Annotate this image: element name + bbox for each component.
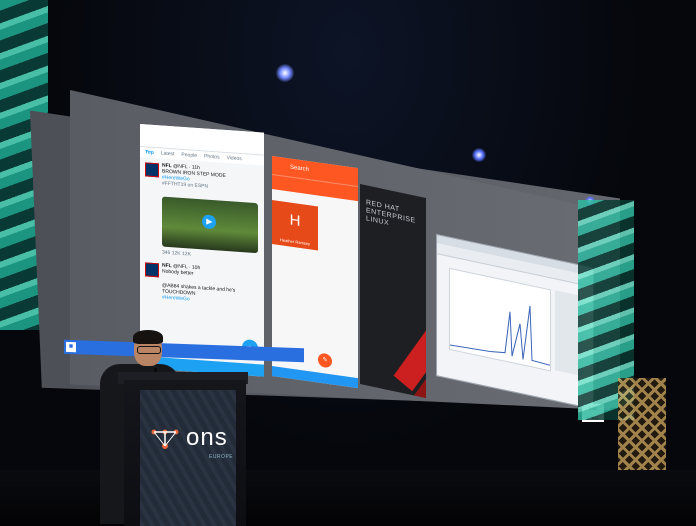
- tab-latest[interactable]: Latest: [161, 150, 175, 157]
- spike-chart: [449, 305, 551, 366]
- back-arrow-icon[interactable]: ←: [144, 144, 153, 155]
- tweet-text: Nobody better: [162, 268, 194, 277]
- plot-area: [449, 267, 551, 372]
- glasses: [137, 346, 161, 354]
- stage-scene: ← Top Latest People Photos Videos NFL @N…: [0, 0, 696, 526]
- ons-logo-subtitle: EUROPE: [209, 454, 234, 460]
- rhel-panel: RED HAT ENTERPRISE LINUX: [360, 184, 426, 399]
- tab-photos[interactable]: Photos: [204, 153, 220, 160]
- speaker-hair: [133, 330, 163, 344]
- tab-people[interactable]: People: [181, 152, 197, 159]
- contact-tile[interactable]: H Heather Ramsey: [272, 200, 318, 251]
- start-icon[interactable]: ■: [66, 341, 76, 353]
- contact-name: Heather Ramsey: [279, 237, 310, 247]
- edit-icon[interactable]: ✎: [318, 352, 332, 369]
- stage-light: [276, 64, 294, 82]
- tweet-hashtag[interactable]: #HereWeGo: [162, 295, 190, 303]
- stage-light: [472, 148, 486, 162]
- tweet-video[interactable]: ▶: [162, 196, 258, 254]
- nfl-avatar: [145, 162, 159, 178]
- ons-logo-text: ons: [186, 424, 228, 451]
- contact-initial: H: [289, 211, 301, 230]
- tab-videos[interactable]: Videos: [227, 155, 242, 162]
- rhel-logo-text: RED HAT ENTERPRISE LINUX: [366, 199, 416, 234]
- tweet-meta: #FFTHT19 on ESPN: [162, 180, 209, 190]
- nfl-avatar: [145, 262, 159, 278]
- red-stripe: [393, 272, 426, 392]
- ons-logo-icon: [151, 429, 179, 449]
- play-icon[interactable]: ▶: [202, 214, 217, 230]
